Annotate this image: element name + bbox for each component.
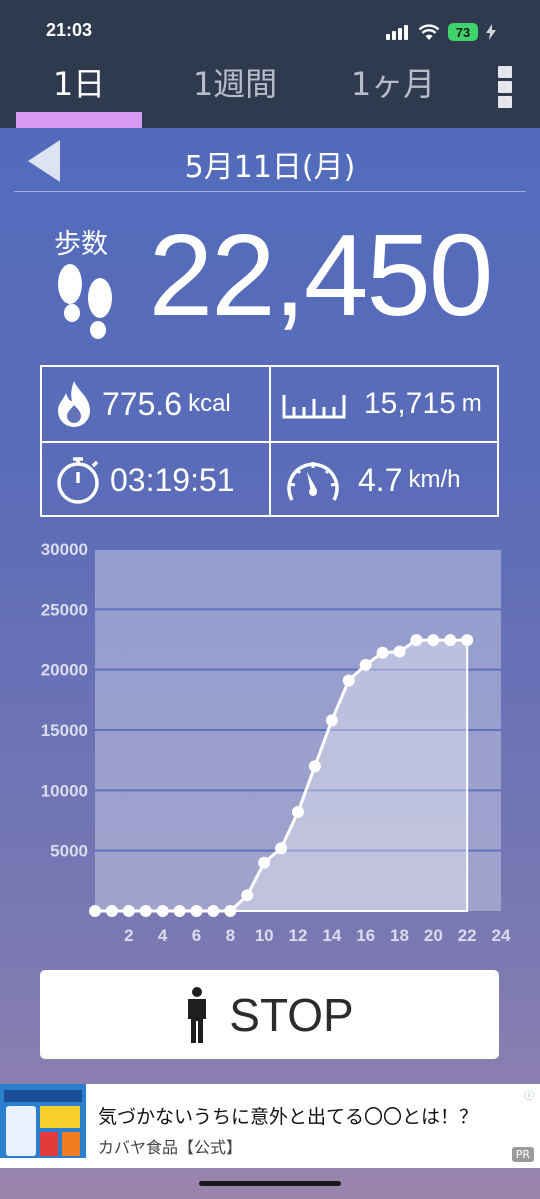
tab-day[interactable]: 1日 [16,60,142,108]
data-point [444,634,457,647]
x-tick-label: 16 [356,926,375,945]
active-tab-indicator [16,112,142,128]
cellular-signal-icon [386,24,410,40]
data-point [275,842,288,855]
data-point [410,634,423,647]
header: 21:03 73 1日 1週間 1ヶ月 [0,0,540,128]
stats-grid: 775.6 kcal 15,715 m 03:19:51 4.7 km/h [40,365,499,517]
tab-week[interactable]: 1週間 [170,60,300,108]
data-point [308,760,321,773]
tab-month[interactable]: 1ヶ月 [328,60,458,108]
data-point [241,889,254,902]
x-tick-label: 8 [226,926,235,945]
data-point [376,646,389,659]
status-icons: 73 [386,20,496,44]
x-tick-label: 14 [322,926,341,945]
date-label: 5月11日(月) [184,150,356,185]
speedometer-icon [287,462,339,501]
status-time: 21:03 [46,20,93,40]
data-point [258,856,271,869]
person-icon [188,986,207,1043]
x-tick-label: 24 [492,926,511,945]
calories-value: 775.6 [102,385,183,422]
charging-bolt-icon [486,24,496,40]
data-point [342,674,355,687]
data-point [224,905,237,917]
ad-image[interactable] [0,1084,86,1168]
overflow-menu-icon[interactable] [498,66,514,112]
ad-pr-badge: PR [511,1147,534,1162]
data-point [427,634,440,647]
distance-value: 15,715 [364,387,456,420]
speed-value: 4.7 [358,461,403,498]
x-tick-label: 22 [458,926,477,945]
stop-button[interactable]: STOP [40,970,499,1059]
ad-title: 気づかないうちに意外と出てる〇〇とは！？ [98,1106,479,1128]
wifi-icon [418,24,440,40]
y-tick-label: 25000 [41,600,88,619]
x-tick-label: 2 [124,926,133,945]
ad-info-icon[interactable]: ⓘ [524,1087,534,1102]
data-point [156,905,169,917]
distance-unit: m [461,390,482,417]
battery-icon: 73 [448,23,478,41]
data-point [461,634,474,647]
data-point [325,714,338,727]
flame-icon [58,381,90,427]
x-tick-label: 4 [158,926,168,945]
home-indicator [199,1181,341,1186]
data-point [105,905,118,917]
footprints-icon [58,264,112,339]
data-point [190,905,203,917]
ad-sponsor: カバヤ食品【公式】 [98,1138,243,1157]
steps-chart: 500010000150002000025000300002 4 6 8 10 12 14 1… [41,540,511,945]
stopwatch-icon [57,457,99,504]
speed-unit: km/h [408,466,461,493]
date-divider [14,191,526,192]
calories-unit: kcal [188,390,231,417]
y-tick-label: 15000 [41,721,88,740]
ad-banner[interactable]: ⓘ 気づかないうちに意外と出てる〇〇とは！？ カバヤ食品【公式】 PR [0,1084,540,1168]
stop-button-label: STOP [229,988,354,1041]
calories-cell: 775.6 kcal [54,367,268,441]
x-tick-label: 10 [255,926,274,945]
x-tick-label: 6 [192,926,201,945]
steps-label: 歩数 [54,229,108,260]
ruler-icon [282,395,346,419]
x-tick-label: 18 [390,926,409,945]
duration-value: 03:19:51 [110,461,235,498]
data-point [89,905,101,917]
x-tick-label: 20 [424,926,443,945]
data-point [207,905,220,917]
y-tick-label: 20000 [41,661,88,680]
distance-cell: 15,715 m [282,367,496,441]
data-point [173,905,186,917]
y-tick-label: 5000 [50,842,88,861]
data-point [393,645,406,658]
steps-count: 22,450 [148,210,494,340]
y-tick-label: 10000 [41,781,88,800]
y-tick-label: 30000 [41,540,88,559]
duration-cell: 03:19:51 [54,443,268,517]
data-point [139,905,152,917]
ad-product-image [0,1084,86,1168]
data-point [359,658,372,671]
data-point [122,905,135,917]
x-tick-label: 12 [289,926,308,945]
data-point [292,806,304,819]
speed-cell: 4.7 km/h [282,443,496,517]
